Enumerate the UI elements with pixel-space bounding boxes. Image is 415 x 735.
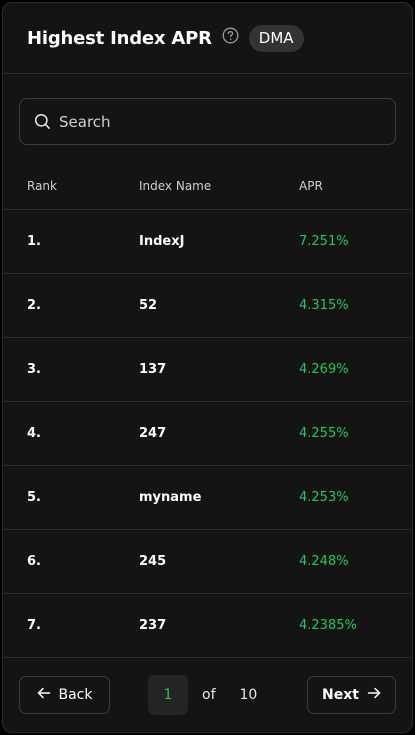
apr-card: Highest Index APR DMA Rank Index <box>2 2 413 733</box>
next-button-label: Next <box>322 687 359 703</box>
table-row[interactable]: 7. 237 4.2385% <box>3 593 412 658</box>
apr-cell: 4.315% <box>299 273 412 338</box>
apr-cell: 4.269% <box>299 337 412 402</box>
search-input[interactable] <box>59 112 395 131</box>
column-header-rank[interactable]: Rank <box>3 163 139 210</box>
rank-cell: 1. <box>3 209 139 274</box>
arrow-left-icon <box>37 686 51 704</box>
table-row[interactable]: 1. IndexJ 7.251% <box>3 209 412 274</box>
page-title: Highest Index APR <box>27 27 212 49</box>
index-name-cell: 237 <box>139 593 299 658</box>
column-header-apr[interactable]: APR <box>299 163 412 210</box>
search-icon <box>34 113 51 130</box>
page-indicator: 1 of 10 <box>148 675 257 715</box>
table-header-row: Rank Index Name APR <box>3 163 412 210</box>
index-name-cell: 137 <box>139 337 299 402</box>
search-box[interactable] <box>19 98 396 145</box>
index-name-cell: 245 <box>139 529 299 594</box>
current-page[interactable]: 1 <box>148 675 188 715</box>
arrow-right-icon <box>367 686 381 704</box>
rank-cell: 4. <box>3 401 139 466</box>
question-circle-icon[interactable] <box>222 27 239 44</box>
table-row[interactable]: 5. myname 4.253% <box>3 465 412 530</box>
table-row[interactable]: 2. 52 4.315% <box>3 273 412 338</box>
rank-cell: 6. <box>3 529 139 594</box>
table-row[interactable]: 6. 245 4.248% <box>3 529 412 594</box>
index-name-cell: IndexJ <box>139 209 299 274</box>
dma-badge: DMA <box>248 24 304 52</box>
index-name-cell: myname <box>139 465 299 530</box>
search-container <box>3 74 412 145</box>
rank-cell: 7. <box>3 593 139 658</box>
pagination-bar: Back 1 of 10 Next <box>3 658 412 732</box>
column-header-index-name[interactable]: Index Name <box>139 163 299 210</box>
rank-cell: 2. <box>3 273 139 338</box>
apr-cell: 7.251% <box>299 209 412 274</box>
apr-cell: 4.248% <box>299 529 412 594</box>
table-row[interactable]: 4. 247 4.255% <box>3 401 412 466</box>
back-button-label: Back <box>58 687 93 703</box>
index-name-cell: 247 <box>139 401 299 466</box>
card-header: Highest Index APR DMA <box>3 3 412 74</box>
next-button[interactable]: Next <box>307 676 396 714</box>
index-name-cell: 52 <box>139 273 299 338</box>
apr-cell: 4.253% <box>299 465 412 530</box>
apr-cell: 4.255% <box>299 401 412 466</box>
total-pages: 10 <box>239 687 258 703</box>
apr-cell: 4.2385% <box>299 593 412 658</box>
rank-cell: 5. <box>3 465 139 530</box>
of-label: of <box>202 687 216 703</box>
table-row[interactable]: 3. 137 4.269% <box>3 337 412 402</box>
back-button[interactable]: Back <box>19 676 110 714</box>
apr-table: Rank Index Name APR 1. IndexJ 7.251% 2. … <box>3 163 412 658</box>
rank-cell: 3. <box>3 337 139 402</box>
